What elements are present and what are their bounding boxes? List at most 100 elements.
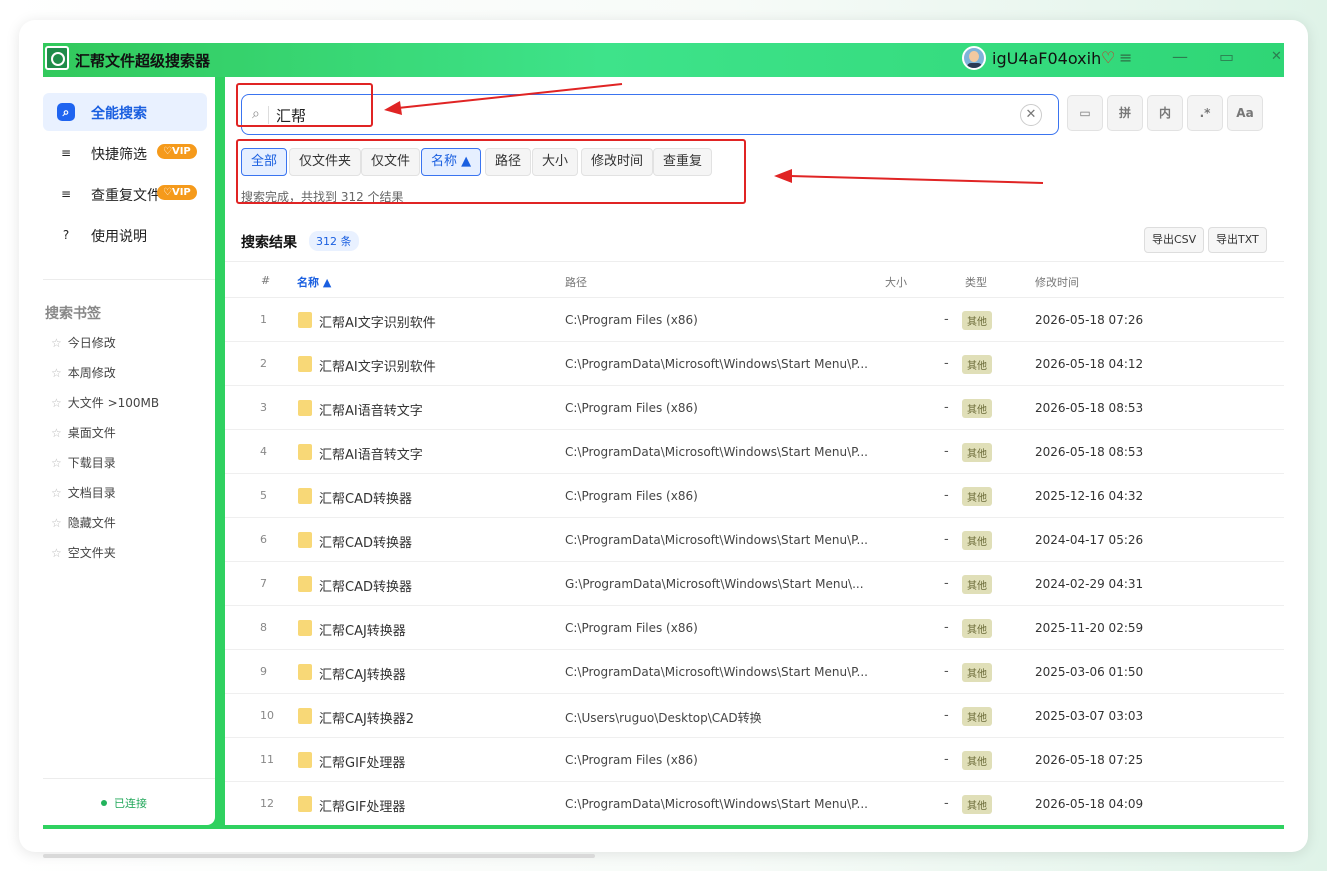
bookmark-item[interactable]: ☆ 桌面文件	[51, 424, 116, 441]
file-path: G:\ProgramData\Microsoft\Windows\Start M…	[565, 577, 864, 591]
nav-item-duplicates[interactable]: ≡ 查重复文件 ♡VIP	[43, 175, 207, 213]
username[interactable]: igU4aF04oxih	[992, 49, 1101, 68]
row-number: 4	[260, 445, 267, 458]
bookmark-item[interactable]: ☆ 大文件 >100MB	[51, 394, 159, 411]
folder-icon	[298, 488, 312, 504]
nav-item-help[interactable]: ? 使用说明	[43, 216, 207, 254]
nav-label: 使用说明	[91, 229, 147, 245]
title-bar: 汇帮文件超级搜索器 igU4aF04oxih ♡ ≡ — ▭ ✕	[43, 43, 1284, 77]
file-name: 汇帮CAJ转换器2	[319, 712, 415, 727]
bookmark-label: 本周修改	[67, 366, 116, 380]
nav-item-all-search[interactable]: ⌕ 全能搜索	[43, 93, 207, 131]
bookmark-label: 下载目录	[67, 456, 116, 470]
bookmark-item[interactable]: ☆ 隐藏文件	[51, 514, 116, 531]
row-number: 11	[260, 753, 274, 766]
folder-icon	[298, 356, 312, 372]
menu-icon[interactable]: ≡	[1119, 48, 1132, 67]
results-count-badge: 312 条	[309, 231, 359, 251]
file-size: -	[944, 488, 949, 503]
table-row[interactable]: 11 汇帮GIF处理器 C:\Program Files (x86) - 其他 2026-…	[225, 738, 1284, 782]
col-size[interactable]: 大小	[885, 274, 907, 290]
file-name: 汇帮CAD转换器	[319, 536, 412, 551]
col-type[interactable]: 类型	[965, 274, 987, 290]
modified-time: 2025-03-06 01:50	[1035, 665, 1144, 679]
modified-time: 2026-05-18 08:53	[1035, 445, 1144, 459]
table-row[interactable]: 4 汇帮AI语音转文字 C:\ProgramData\Microsoft\Windo…	[225, 430, 1284, 474]
list-icon: ≡	[60, 146, 72, 160]
file-name: 汇帮AI文字识别软件	[319, 316, 436, 331]
modified-time: 2025-12-16 04:32	[1035, 489, 1144, 503]
file-path: C:\ProgramData\Microsoft\Windows\Start M…	[565, 533, 868, 547]
modified-time: 2026-05-18 07:25	[1035, 753, 1144, 767]
table-row[interactable]: 2 汇帮AI文字识别软件 C:\ProgramData\Microsoft\Wind…	[225, 342, 1284, 386]
file-size: -	[944, 312, 949, 327]
row-number: 6	[260, 533, 267, 546]
file-name: 汇帮CAD转换器	[319, 580, 412, 595]
close-button[interactable]: ✕	[1271, 49, 1282, 64]
table-row[interactable]: 9 汇帮CAJ转换器 C:\ProgramData\Microsoft\Window…	[225, 650, 1284, 694]
file-type-badge: 其他	[962, 399, 992, 418]
modified-time: 2026-05-18 04:12	[1035, 357, 1144, 371]
table-row[interactable]: 8 汇帮CAJ转换器 C:\Program Files (x86) - 其他 2025-1…	[225, 606, 1284, 650]
col-mtime[interactable]: 修改时间	[1035, 274, 1079, 290]
row-number: 2	[260, 357, 267, 370]
folder-scope-button[interactable]: ▭	[1067, 95, 1103, 131]
file-path: C:\ProgramData\Microsoft\Windows\Start M…	[565, 357, 868, 371]
modified-time: 2025-11-20 02:59	[1035, 621, 1144, 635]
star-icon: ☆	[51, 456, 62, 470]
file-path: C:\Program Files (x86)	[565, 313, 698, 327]
bookmark-item[interactable]: ☆ 文档目录	[51, 484, 116, 501]
bookmark-item[interactable]: ☆ 本周修改	[51, 364, 116, 381]
file-name: 汇帮CAD转换器	[319, 492, 412, 507]
folder-icon	[298, 620, 312, 636]
export-txt-button[interactable]: 导出TXT	[1208, 227, 1267, 253]
star-icon: ☆	[51, 486, 62, 500]
vip-heart-icon[interactable]: ♡	[1101, 48, 1115, 67]
col-name[interactable]: 名称 ▲	[297, 274, 331, 290]
pinyin-button[interactable]: 拼	[1107, 95, 1143, 131]
modified-time: 2026-05-18 07:26	[1035, 313, 1144, 327]
folder-icon	[298, 664, 312, 680]
folder-icon	[298, 708, 312, 724]
col-path[interactable]: 路径	[565, 274, 587, 290]
star-icon: ☆	[51, 396, 62, 410]
bookmark-item[interactable]: ☆ 今日修改	[51, 334, 116, 351]
table-row[interactable]: 1 汇帮AI文字识别软件 C:\Program Files (x86) - 其他 2026…	[225, 298, 1284, 342]
regex-button[interactable]: .*	[1187, 95, 1223, 131]
file-size: -	[944, 532, 949, 547]
modified-time: 2026-05-18 08:53	[1035, 401, 1144, 415]
nav-item-quick-filter[interactable]: ≡ 快捷筛选 ♡VIP	[43, 134, 207, 172]
bookmark-label: 大文件 >100MB	[67, 396, 160, 410]
search-input[interactable]	[276, 103, 996, 127]
list-icon: ≡	[60, 187, 72, 201]
clear-icon[interactable]: ✕	[1020, 104, 1042, 126]
content-search-button[interactable]: 内	[1147, 95, 1183, 131]
table-row[interactable]: 10 汇帮CAJ转换器2 C:\Users\ruguo\Desktop\CAD转换 -…	[225, 694, 1284, 738]
nav-label: 全能搜索	[91, 106, 147, 122]
bookmark-item[interactable]: ☆ 空文件夹	[51, 544, 116, 561]
file-size: -	[944, 620, 949, 635]
table-row[interactable]: 12 汇帮GIF处理器 C:\ProgramData\Microsoft\Windo…	[225, 782, 1284, 825]
minimize-button[interactable]: —	[1172, 47, 1188, 66]
row-number: 12	[260, 797, 274, 810]
user-avatar[interactable]	[962, 46, 986, 70]
bookmark-label: 文档目录	[67, 486, 116, 500]
horizontal-scrollbar[interactable]	[43, 854, 595, 858]
file-name: 汇帮CAJ转换器	[319, 624, 406, 639]
table-row[interactable]: 3 汇帮AI语音转文字 C:\Program Files (x86) - 其他 2026-…	[225, 386, 1284, 430]
table-row[interactable]: 5 汇帮CAD转换器 C:\Program Files (x86) - 其他 2025-1…	[225, 474, 1284, 518]
table-row[interactable]: 6 汇帮CAD转换器 C:\ProgramData\Microsoft\Window…	[225, 518, 1284, 562]
table-row[interactable]: 7 汇帮CAD转换器 G:\ProgramData\Microsoft\Window…	[225, 562, 1284, 606]
app-logo-icon	[45, 46, 69, 70]
bookmark-item[interactable]: ☆ 下载目录	[51, 454, 116, 471]
vip-badge: ♡VIP	[157, 144, 197, 159]
file-type-badge: 其他	[962, 619, 992, 638]
star-icon: ☆	[51, 366, 62, 380]
connection-status: 已连接	[101, 795, 147, 811]
bookmarks-title: 搜索书签	[45, 306, 101, 322]
maximize-button[interactable]: ▭	[1219, 47, 1234, 66]
match-case-button[interactable]: Aa	[1227, 95, 1263, 131]
file-size: -	[944, 576, 949, 591]
file-name: 汇帮CAJ转换器	[319, 668, 406, 683]
export-csv-button[interactable]: 导出CSV	[1144, 227, 1205, 253]
